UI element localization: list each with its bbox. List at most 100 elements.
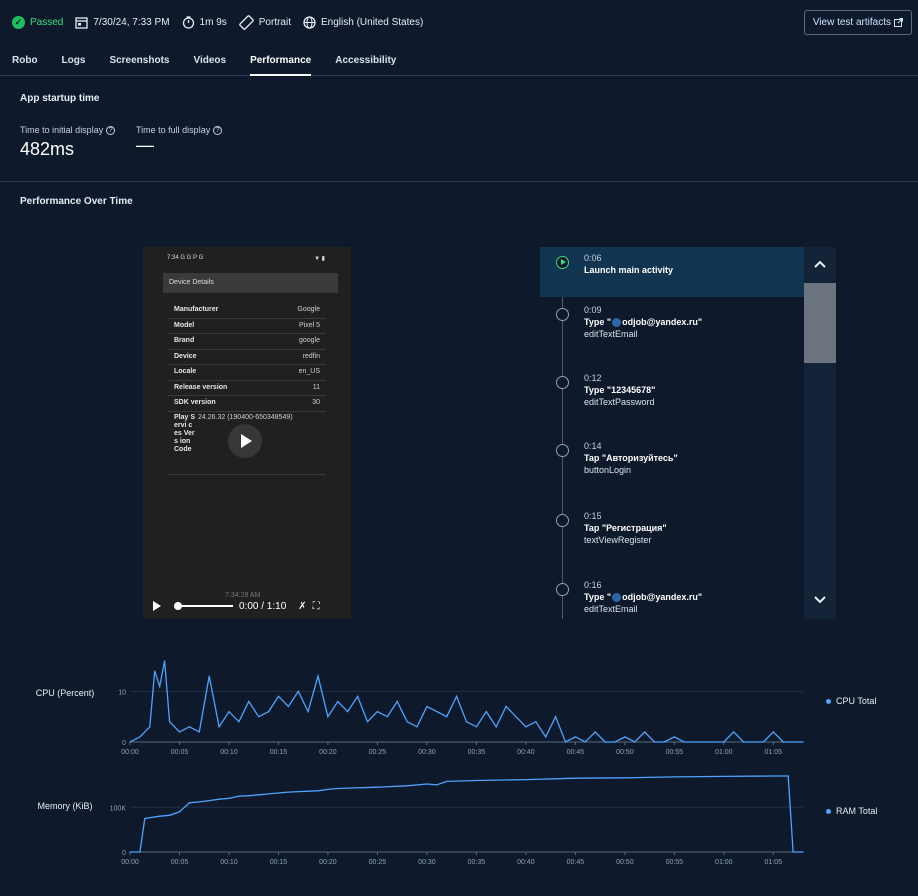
- passed-status: ✓ Passed: [12, 15, 64, 29]
- step-time: 0:16: [584, 580, 602, 590]
- data-point: [703, 741, 705, 743]
- play-icon[interactable]: [153, 601, 161, 611]
- step-time: 0:14: [584, 441, 602, 451]
- data-point: [485, 711, 487, 713]
- data-point: [317, 790, 319, 792]
- tab-screenshots[interactable]: Screenshots: [97, 48, 181, 76]
- tab-videos[interactable]: Videos: [181, 48, 238, 76]
- step-time: 0:12: [584, 373, 602, 383]
- startup-title: App startup time: [20, 93, 100, 104]
- data-point: [475, 779, 477, 782]
- step-action: Type " odjob@yandex.ru": [584, 592, 702, 603]
- tab-performance[interactable]: Performance: [238, 48, 323, 76]
- action-prefix: Type ": [584, 317, 612, 327]
- action-timeline: 0:06 Launch main activity 0:09 Type " odj…: [540, 247, 804, 619]
- row-value: redfin: [302, 352, 320, 360]
- data-point: [515, 716, 517, 718]
- timeline-item[interactable]: 0:12 Type "12345678" editTextPassword: [540, 367, 804, 437]
- timeline-item[interactable]: 0:14 Tap "Авторизуйтесь" buttonLogin: [540, 435, 804, 505]
- action-suffix: odjob@yandex.ru": [622, 317, 703, 327]
- data-point: [743, 741, 745, 743]
- timeline-item[interactable]: 0:06 Launch main activity: [540, 247, 804, 297]
- data-point: [159, 815, 161, 817]
- x-tick-label: 00:30: [418, 859, 436, 866]
- data-point: [772, 731, 774, 733]
- top-bar: ✓ Passed 7/30/24, 7:33 PM 1m 9s Portrait…: [0, 0, 918, 46]
- section-divider: [0, 181, 918, 182]
- fullscreen-icon[interactable]: ⛶: [313, 601, 320, 612]
- step-target: editTextEmail: [584, 329, 638, 339]
- chevron-up-icon[interactable]: [813, 257, 827, 271]
- view-test-artifacts-button[interactable]: View test artifacts: [803, 10, 912, 35]
- data-point: [436, 784, 438, 786]
- data-point: [772, 775, 774, 777]
- globe-icon: [303, 15, 316, 29]
- data-point: [495, 726, 497, 728]
- table-row: Release version 11: [168, 381, 326, 396]
- mute-icon[interactable]: ✗: [298, 601, 306, 612]
- test-video-player[interactable]: 7:34 G G P G ▼ ▮ Device Details Manufact…: [143, 247, 351, 619]
- data-point: [594, 731, 596, 733]
- table-row: Device redfin: [168, 350, 326, 365]
- data-point: [198, 801, 200, 803]
- timeline-scrollbar[interactable]: [804, 247, 836, 619]
- chevron-down-icon[interactable]: [813, 593, 827, 607]
- tab-accessibility[interactable]: Accessibility: [323, 48, 408, 76]
- data-point: [144, 817, 146, 820]
- data-point: [267, 711, 270, 713]
- locale-label: English (United States): [321, 16, 424, 28]
- data-point: [317, 675, 319, 677]
- data-point: [238, 795, 240, 797]
- row-key: Model: [174, 321, 195, 329]
- device-details-header: Device Details: [163, 273, 338, 293]
- play-overlay-icon[interactable]: [228, 424, 262, 458]
- tab-robo[interactable]: Robo: [0, 48, 50, 76]
- x-tick-label: 00:15: [270, 749, 288, 756]
- help-icon[interactable]: ?: [213, 125, 223, 135]
- data-point: [792, 851, 794, 853]
- step-marker-icon: [556, 308, 569, 321]
- full-display-label: Time to full display ?: [136, 125, 223, 135]
- data-point: [307, 711, 309, 713]
- redaction-mark: [612, 318, 622, 328]
- data-point: [782, 741, 784, 743]
- data-point: [545, 736, 547, 738]
- data-point: [248, 795, 250, 797]
- data-point: [416, 726, 418, 728]
- cpu-legend-label: CPU Total: [836, 696, 877, 706]
- video-scrubber[interactable]: [174, 602, 233, 610]
- row-key: Device: [174, 352, 197, 360]
- row-value: google: [298, 337, 320, 344]
- orientation-item: Portrait: [238, 14, 291, 30]
- duration-item: 1m 9s: [182, 15, 227, 29]
- step-action: Type " odjob@yandex.ru": [584, 317, 703, 328]
- date-label: 7/30/24, 7:33 PM: [93, 16, 170, 28]
- x-tick-label: 00:05: [171, 859, 189, 866]
- timeline-item[interactable]: 0:15 Tap "Регистрация" textViewRegister: [540, 505, 804, 575]
- data-point: [168, 814, 171, 816]
- data-point: [168, 721, 171, 723]
- data-point: [347, 711, 349, 713]
- tab-logs[interactable]: Logs: [50, 48, 98, 76]
- data-point: [465, 721, 468, 723]
- status-label: Passed: [30, 16, 64, 28]
- data-point: [723, 775, 725, 778]
- scrollbar-thumb[interactable]: [804, 283, 836, 363]
- x-tick-label: 00:50: [616, 749, 634, 756]
- data-point: [337, 700, 339, 703]
- timeline-item[interactable]: 0:16 Type " odjob@yandex.ru" editTextEmai…: [540, 574, 804, 619]
- timeline-item[interactable]: 0:09 Type " odjob@yandex.ru" editTextEmai…: [540, 299, 804, 369]
- row-key: Release version: [174, 383, 228, 391]
- orientation-label: Portrait: [258, 16, 291, 28]
- data-point: [228, 711, 230, 713]
- x-tick-label: 01:05: [765, 859, 783, 866]
- play-step-icon: [556, 256, 569, 269]
- help-icon[interactable]: ?: [106, 125, 116, 135]
- initial-display-value: 482ms: [20, 139, 75, 159]
- data-point: [426, 705, 428, 708]
- x-tick-label: 00:40: [517, 749, 535, 756]
- check-circle-icon: ✓: [12, 15, 25, 29]
- data-point: [228, 797, 230, 799]
- cpu-chart: 0 10 00:00 00:05 00:10 00:15 00:20 00:25 00:30 00…: [118, 660, 804, 756]
- table-row: Model Pixel 5: [168, 319, 326, 334]
